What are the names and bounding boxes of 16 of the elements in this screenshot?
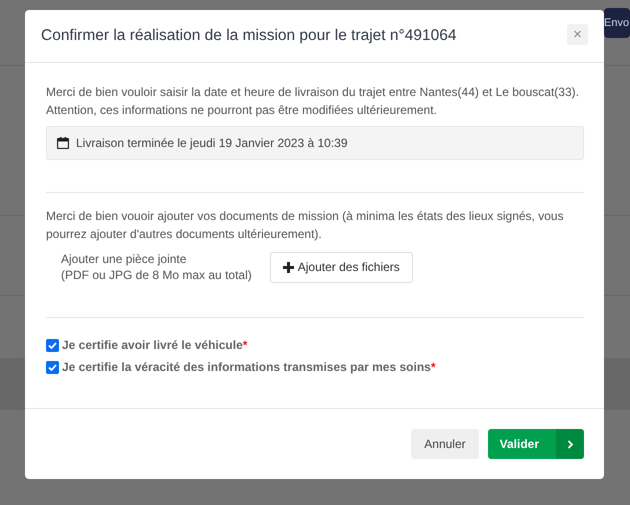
add-files-button[interactable]: Ajouter des fichiers [270, 252, 413, 282]
checkbox[interactable] [46, 360, 59, 374]
chevron-right-icon [566, 440, 574, 448]
attachment-hint: (PDF ou JPG de 8 Mo max au total) [61, 267, 252, 283]
intro-text: Merci de bien vouloir saisir la date et heure de livraison du trajet entre Nantes(44) et Le bouscat(33). Attention, ces informations ne pourront pas être modifiées ultérieurement. [46, 84, 580, 119]
modal-title: Confirmer la réalisation de la mission pour le trajet n°491064 [41, 27, 456, 45]
attachment-label: Ajouter une pièce jointe [61, 251, 188, 267]
calendar-icon [57, 137, 69, 149]
documents-text: Merci de bien vouoir ajouter vos documents de mission (à minima les états des lieux signés, vous pourrez ajouter d'autres documents ultérieurement). [46, 208, 565, 243]
certification-label: Je certifie la véracité des informations transmises par mes soins* [62, 360, 436, 374]
plus-icon [282, 262, 294, 272]
delivery-info-text: Livraison terminée le jeudi 19 Janvier 2023 à 10:39 [76, 136, 348, 150]
checkbox[interactable] [46, 338, 59, 352]
certification-label: Je certifie avoir livré le véhicule* [62, 338, 248, 352]
cancel-button[interactable]: Annuler [411, 429, 479, 459]
send-button[interactable]: Envo [604, 8, 630, 38]
